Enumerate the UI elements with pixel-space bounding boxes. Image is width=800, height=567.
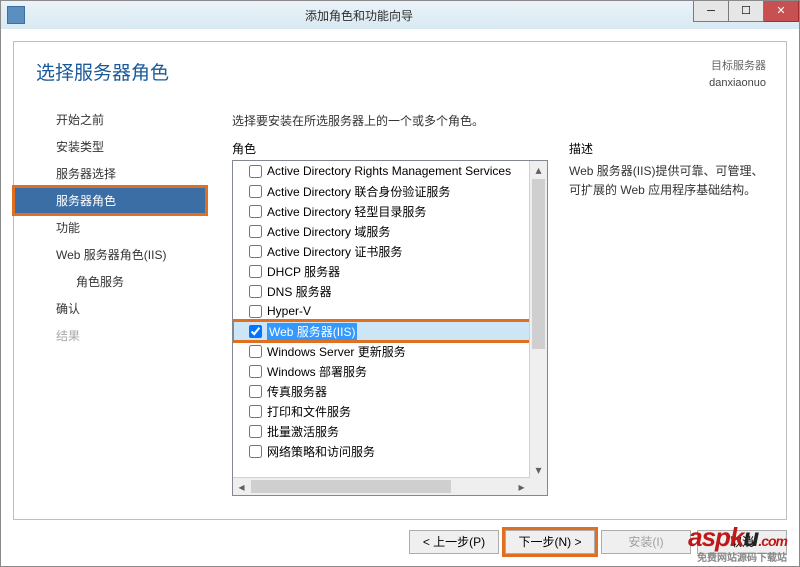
client-area: 选择服务器角色 目标服务器 danxiaonuo 开始之前安装类型服务器选择服务… xyxy=(1,29,799,566)
role-label: Windows Server 更新服务 xyxy=(267,343,406,360)
role-label: Active Directory Rights Management Servi… xyxy=(267,164,511,178)
role-label: Active Directory 域服务 xyxy=(267,223,390,240)
role-checkbox[interactable] xyxy=(249,265,262,278)
nav-item-4[interactable]: 功能 xyxy=(14,214,206,241)
target-server-label: 目标服务器 xyxy=(709,58,766,75)
install-button[interactable]: 安装(I) xyxy=(601,530,691,554)
role-item-13[interactable]: 批量激活服务 xyxy=(233,421,530,441)
role-checkbox[interactable] xyxy=(249,365,262,378)
scroll-up-icon[interactable]: ▴ xyxy=(530,161,547,178)
app-icon xyxy=(7,6,25,24)
nav-item-5[interactable]: Web 服务器角色(IIS) xyxy=(14,241,206,268)
role-label: DNS 服务器 xyxy=(267,283,332,300)
wizard-footer: < 上一步(P) 下一步(N) > 安装(I) 取消 xyxy=(13,525,787,558)
horizontal-scrollbar[interactable]: ◂ ▸ xyxy=(233,477,530,495)
role-checkbox[interactable] xyxy=(249,165,262,178)
page-heading: 选择服务器角色 xyxy=(36,58,169,85)
description-label: 描述 xyxy=(569,140,593,157)
role-item-5[interactable]: DHCP 服务器 xyxy=(233,261,530,281)
nav-item-6[interactable]: 角色服务 xyxy=(14,268,206,295)
role-checkbox[interactable] xyxy=(249,185,262,198)
scroll-down-icon[interactable]: ▾ xyxy=(530,461,547,478)
role-label: 打印和文件服务 xyxy=(267,403,351,420)
scroll-right-icon[interactable]: ▸ xyxy=(513,478,530,495)
nav-item-3[interactable]: 服务器角色 xyxy=(14,187,206,214)
role-label: DHCP 服务器 xyxy=(267,263,340,280)
role-item-8[interactable]: Web 服务器(IIS) xyxy=(233,321,530,341)
role-item-7[interactable]: Hyper-V xyxy=(233,301,530,321)
nav-item-7[interactable]: 确认 xyxy=(14,295,206,322)
target-server-info: 目标服务器 danxiaonuo xyxy=(709,58,766,91)
role-label: Web 服务器(IIS) xyxy=(267,323,357,340)
window-title: 添加角色和功能向导 xyxy=(25,7,693,24)
minimize-button[interactable]: ─ xyxy=(693,1,729,22)
scrollbar-corner xyxy=(530,478,547,495)
role-checkbox[interactable] xyxy=(249,425,262,438)
hscroll-thumb[interactable] xyxy=(251,480,451,493)
roles-listbox: Active Directory Rights Management Servi… xyxy=(232,160,548,496)
window-buttons: ─ ☐ ✕ xyxy=(693,1,799,29)
role-item-0[interactable]: Active Directory Rights Management Servi… xyxy=(233,161,530,181)
role-label: Active Directory 证书服务 xyxy=(267,243,402,260)
role-label: Windows 部署服务 xyxy=(267,363,367,380)
title-bar: 添加角色和功能向导 ─ ☐ ✕ xyxy=(1,1,799,30)
role-label: 传真服务器 xyxy=(267,383,327,400)
role-item-4[interactable]: Active Directory 证书服务 xyxy=(233,241,530,261)
scroll-left-icon[interactable]: ◂ xyxy=(233,478,250,495)
role-item-3[interactable]: Active Directory 域服务 xyxy=(233,221,530,241)
nav-item-1[interactable]: 安装类型 xyxy=(14,133,206,160)
role-item-11[interactable]: 传真服务器 xyxy=(233,381,530,401)
role-checkbox[interactable] xyxy=(249,225,262,238)
nav-item-8: 结果 xyxy=(14,322,206,349)
role-item-9[interactable]: Windows Server 更新服务 xyxy=(233,341,530,361)
role-checkbox[interactable] xyxy=(249,305,262,318)
role-checkbox[interactable] xyxy=(249,325,262,338)
target-server-name: danxiaonuo xyxy=(709,75,766,92)
instruction-text: 选择要安装在所选服务器上的一个或多个角色。 xyxy=(232,112,484,129)
next-button[interactable]: 下一步(N) > xyxy=(505,530,595,554)
role-checkbox[interactable] xyxy=(249,405,262,418)
wizard-window: 添加角色和功能向导 ─ ☐ ✕ 选择服务器角色 目标服务器 danxiaonuo… xyxy=(0,0,800,567)
role-checkbox[interactable] xyxy=(249,285,262,298)
role-item-12[interactable]: 打印和文件服务 xyxy=(233,401,530,421)
nav-item-0[interactable]: 开始之前 xyxy=(14,106,206,133)
vscroll-thumb[interactable] xyxy=(532,179,545,349)
description-text: Web 服务器(IIS)提供可靠、可管理、可扩展的 Web 应用程序基础结构。 xyxy=(569,162,766,200)
close-button[interactable]: ✕ xyxy=(764,1,799,22)
role-checkbox[interactable] xyxy=(249,345,262,358)
role-checkbox[interactable] xyxy=(249,385,262,398)
role-label: 批量激活服务 xyxy=(267,423,339,440)
role-item-2[interactable]: Active Directory 轻型目录服务 xyxy=(233,201,530,221)
maximize-button[interactable]: ☐ xyxy=(729,1,764,22)
role-checkbox[interactable] xyxy=(249,445,262,458)
role-label: 网络策略和访问服务 xyxy=(267,443,375,460)
role-item-6[interactable]: DNS 服务器 xyxy=(233,281,530,301)
content-frame: 选择服务器角色 目标服务器 danxiaonuo 开始之前安装类型服务器选择服务… xyxy=(13,41,787,520)
role-item-1[interactable]: Active Directory 联合身份验证服务 xyxy=(233,181,530,201)
nav-item-2[interactable]: 服务器选择 xyxy=(14,160,206,187)
role-label: Active Directory 轻型目录服务 xyxy=(267,203,426,220)
cancel-button[interactable]: 取消 xyxy=(697,530,787,554)
role-label: Hyper-V xyxy=(267,304,311,318)
wizard-nav: 开始之前安装类型服务器选择服务器角色功能Web 服务器角色(IIS)角色服务确认… xyxy=(14,106,206,349)
roles-label: 角色 xyxy=(232,140,256,157)
previous-button[interactable]: < 上一步(P) xyxy=(409,530,499,554)
roles-list-inner: Active Directory Rights Management Servi… xyxy=(233,161,530,478)
vertical-scrollbar[interactable]: ▴ ▾ xyxy=(529,161,547,478)
role-checkbox[interactable] xyxy=(249,205,262,218)
role-label: Active Directory 联合身份验证服务 xyxy=(267,183,450,200)
role-checkbox[interactable] xyxy=(249,245,262,258)
role-item-14[interactable]: 网络策略和访问服务 xyxy=(233,441,530,461)
role-item-10[interactable]: Windows 部署服务 xyxy=(233,361,530,381)
